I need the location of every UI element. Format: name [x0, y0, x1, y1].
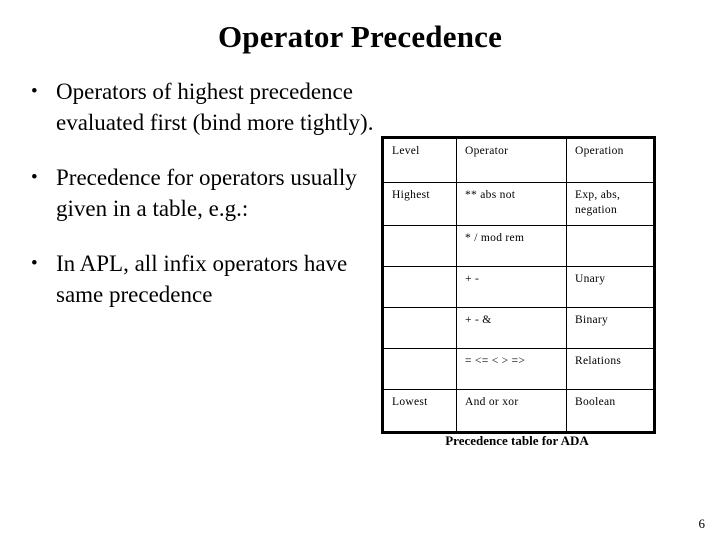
- cell-level: Highest: [382, 182, 457, 226]
- table-row: * / mod rem: [382, 225, 655, 267]
- list-item-text: Precedence for operators usually given i…: [56, 165, 357, 221]
- cell-operation: Binary: [566, 307, 655, 349]
- column-header-level: Level: [382, 137, 457, 183]
- table-header-row: Level Operator Operation: [382, 137, 655, 183]
- cell-level: Lowest: [382, 389, 457, 433]
- cell-operator: * / mod rem: [456, 225, 567, 267]
- table-row: Highest ** abs not Exp, abs, negation: [382, 182, 655, 226]
- cell-operator: + -: [456, 266, 567, 308]
- table-row: + - Unary: [382, 266, 655, 308]
- cell-level: [382, 307, 457, 349]
- column-header-operation: Operation: [566, 137, 655, 183]
- list-item-text: In APL, all infix operators have same pr…: [56, 251, 348, 307]
- cell-level: [382, 348, 457, 390]
- cell-operation: Unary: [566, 266, 655, 308]
- cell-operation: Exp, abs, negation: [566, 182, 655, 226]
- table-row: = <= < > => Relations: [382, 348, 655, 390]
- cell-operation: [566, 225, 655, 267]
- cell-operator: = <= < > =>: [456, 348, 567, 390]
- bullet-point-icon: •: [31, 81, 38, 102]
- page-title: Operator Precedence: [217, 19, 503, 54]
- table-caption: Precedence table for ADA: [445, 433, 589, 448]
- list-item: • In APL, all infix operators have same …: [26, 248, 374, 310]
- bullet-point-icon: •: [31, 253, 38, 274]
- cell-operation: Boolean: [566, 389, 655, 433]
- cell-operator: ** abs not: [456, 182, 567, 226]
- cell-operator: And or xor: [456, 389, 567, 433]
- precedence-table: Level Operator Operation Highest ** abs …: [381, 136, 656, 434]
- bullet-point-icon: •: [31, 167, 38, 188]
- table-row: + - & Binary: [382, 307, 655, 349]
- list-item: • Precedence for operators usually given…: [26, 162, 374, 224]
- slide-canvas: Operator Precedence • Operators of highe…: [0, 0, 720, 540]
- table-row: Lowest And or xor Boolean: [382, 389, 655, 433]
- page-number: 6: [698, 516, 706, 531]
- cell-operator: + - &: [456, 307, 567, 349]
- bullet-list: • Operators of highest precedence evalua…: [26, 76, 374, 334]
- column-header-operator: Operator: [456, 137, 567, 183]
- list-item-text: Operators of highest precedence evaluate…: [56, 79, 374, 135]
- list-item: • Operators of highest precedence evalua…: [26, 76, 374, 138]
- cell-level: [382, 225, 457, 267]
- cell-level: [382, 266, 457, 308]
- cell-operation: Relations: [566, 348, 655, 390]
